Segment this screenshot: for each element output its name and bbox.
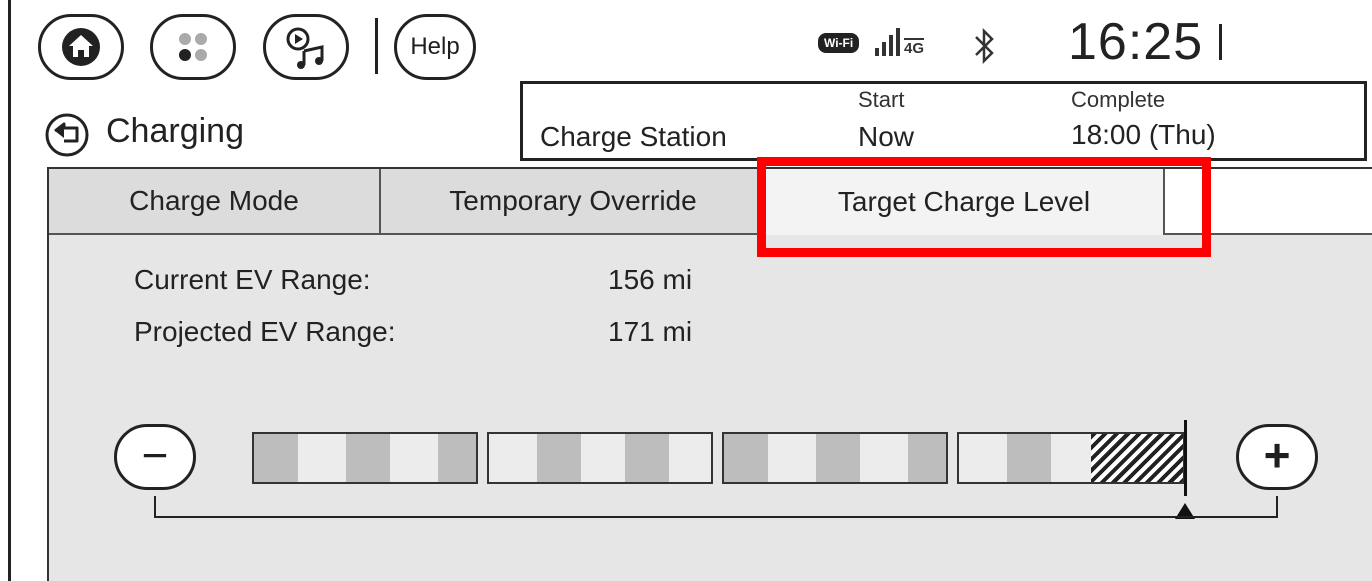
music-icon (286, 27, 324, 69)
page-title: Charging (106, 112, 244, 150)
tab-label: Temporary Override (449, 185, 697, 216)
bluetooth-status (972, 26, 998, 71)
charge-bar-segment (252, 432, 478, 484)
projected-ev-range-value: 171 mi (608, 316, 693, 347)
wifi-icon: Wi-Fi (818, 33, 860, 53)
target-charge-fill (1091, 434, 1183, 482)
signal-status (873, 24, 905, 63)
time-divider (1219, 24, 1222, 60)
help-button[interactable]: Help (394, 14, 476, 80)
charge-bar-segment (722, 432, 948, 484)
charge-station-label: Charge Station (540, 121, 727, 152)
complete-header: Complete (1071, 87, 1166, 112)
complete-value: 18:00 (Thu) (1071, 119, 1216, 150)
increase-button[interactable]: + (1236, 424, 1318, 490)
audio-button[interactable] (263, 14, 349, 80)
charge-bar-segment (487, 432, 713, 484)
bluetooth-icon (975, 27, 994, 65)
start-value: Now (858, 121, 915, 152)
left-edge-rule (8, 0, 11, 581)
wifi-status: Wi-Fi (818, 33, 860, 53)
toolbar-separator (375, 18, 378, 74)
apps-button[interactable] (150, 14, 236, 80)
back-button[interactable] (44, 112, 90, 158)
decrease-button[interactable]: − (114, 424, 196, 490)
tab-charge-mode[interactable]: Charge Mode (49, 169, 381, 235)
cellular-signal-icon (875, 28, 900, 56)
back-arrow-icon (45, 113, 89, 157)
network-type: 4G (904, 38, 925, 57)
selected-tab-highlight (757, 157, 1211, 257)
home-icon (62, 28, 100, 66)
current-ev-range-value: 156 mi (608, 264, 693, 295)
projected-ev-range-label: Projected EV Range: (134, 316, 396, 347)
target-level-marker[interactable] (1184, 420, 1187, 496)
current-ev-range-label: Current EV Range: (134, 264, 371, 295)
plus-icon: + (1263, 429, 1291, 481)
tab-label: Charge Mode (129, 185, 299, 216)
clock: 16:25 (1068, 13, 1204, 71)
slider-track-bracket (154, 496, 1278, 518)
home-button[interactable] (38, 14, 124, 80)
help-label: Help (410, 33, 460, 60)
charge-bar-segment (957, 432, 1185, 484)
apps-icon (179, 33, 207, 61)
start-header: Start (858, 87, 905, 112)
tab-temporary-override[interactable]: Temporary Override (381, 169, 765, 235)
minus-icon: − (141, 429, 169, 481)
